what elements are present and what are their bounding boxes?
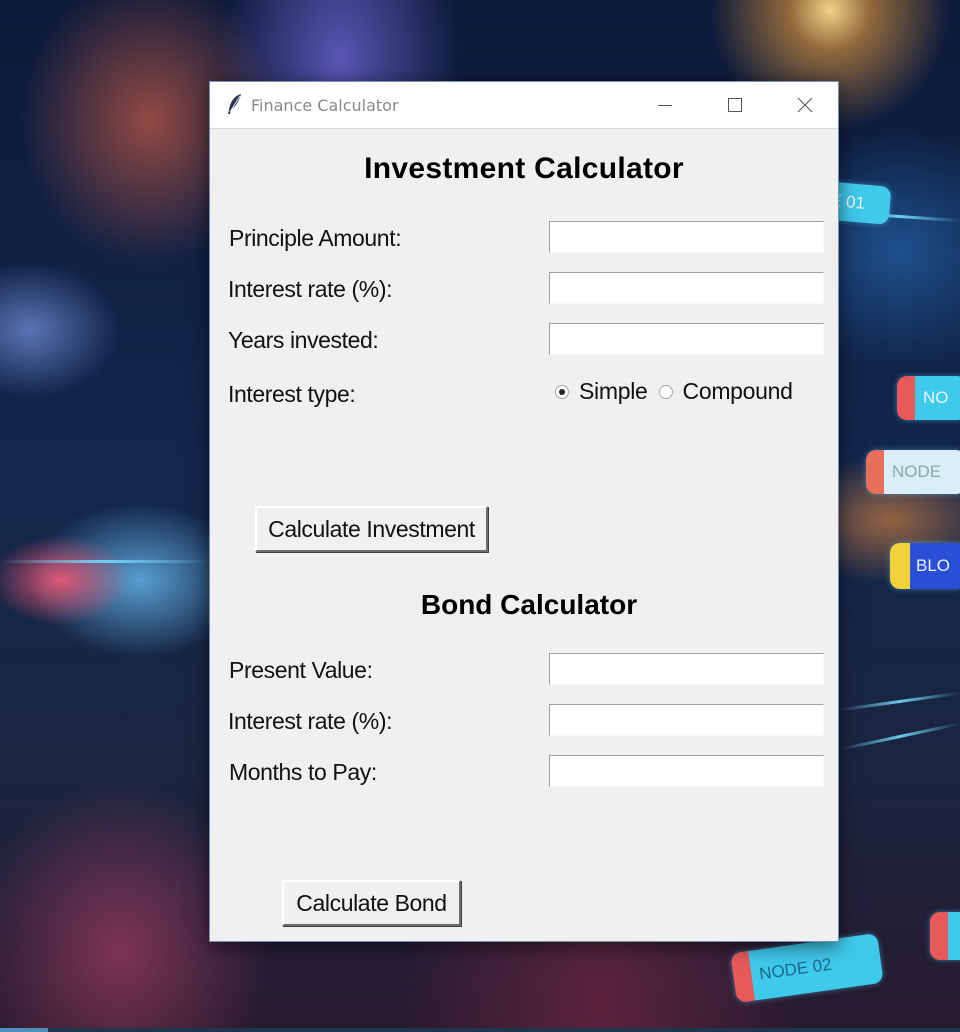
present-value-input[interactable] (549, 653, 824, 685)
years-invested-input[interactable] (549, 323, 824, 355)
calculate-investment-button[interactable]: Calculate Investment (255, 506, 488, 552)
compound-radio-label[interactable]: Compound (683, 378, 793, 405)
title-bar[interactable]: Finance Calculator (210, 82, 838, 129)
bond-heading: Bond Calculator (420, 589, 638, 620)
wallpaper-node-label: BLO (890, 543, 960, 589)
principal-amount-label: Principle Amount: (229, 225, 402, 251)
minimize-icon (658, 105, 672, 106)
calculate-bond-button[interactable]: Calculate Bond (282, 880, 461, 926)
bond-interest-rate-label: Interest rate (%): (228, 708, 393, 734)
interest-type-label: Interest type: (228, 381, 356, 407)
investment-interest-rate-label: Interest rate (%): (228, 276, 393, 302)
close-button[interactable] (770, 82, 840, 128)
compound-radio[interactable] (658, 384, 673, 399)
feather-icon (228, 94, 241, 114)
taskbar-edge (0, 1028, 960, 1032)
bond-interest-rate-input[interactable] (549, 704, 824, 736)
window-content: Investment Calculator Principle Amount: … (210, 128, 838, 941)
close-icon (797, 97, 813, 113)
investment-interest-rate-input[interactable] (549, 272, 824, 304)
wallpaper-node-label: NODE (866, 450, 960, 494)
simple-radio-label[interactable]: Simple (579, 378, 648, 405)
light-streak (0, 560, 210, 563)
window-title: Finance Calculator (251, 96, 399, 115)
minimize-button[interactable] (630, 82, 700, 128)
months-to-pay-label: Months to Pay: (229, 759, 377, 785)
wallpaper-node-label: NO (897, 376, 960, 420)
years-invested-label: Years invested: (228, 327, 379, 353)
maximize-button[interactable] (700, 82, 770, 128)
interest-type-radio-group: Simple Compound (555, 378, 804, 405)
present-value-label: Present Value: (229, 657, 373, 683)
maximize-icon (728, 98, 742, 112)
wallpaper-node-decor (930, 912, 960, 960)
principal-amount-input[interactable] (549, 221, 824, 253)
simple-radio[interactable] (555, 384, 569, 399)
finance-calculator-window: Finance Calculator Investment Calculator… (209, 81, 839, 942)
investment-heading: Investment Calculator (364, 152, 684, 185)
months-to-pay-input[interactable] (549, 755, 824, 787)
